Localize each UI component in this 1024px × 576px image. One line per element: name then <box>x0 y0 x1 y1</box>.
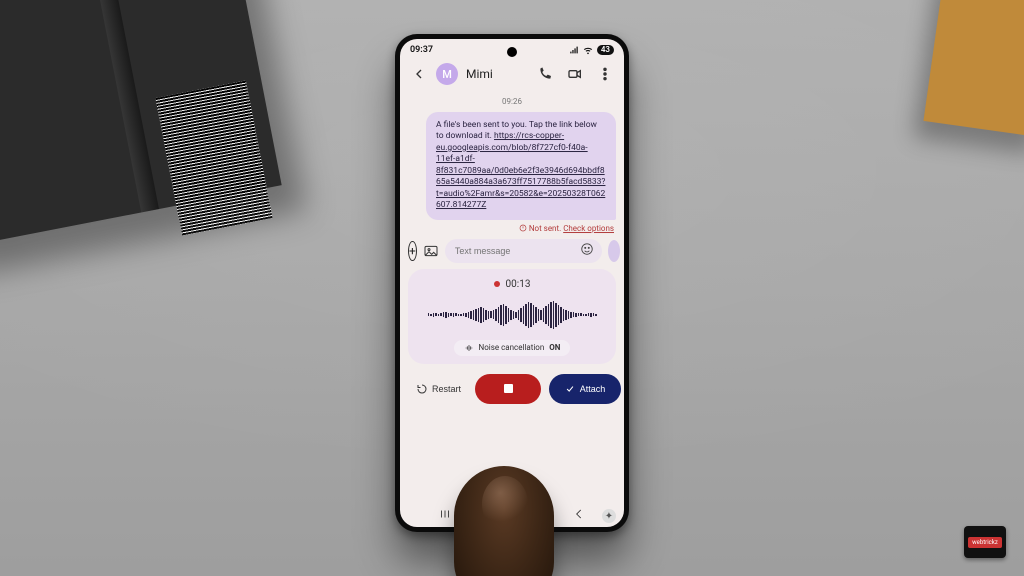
check-icon <box>565 384 575 394</box>
attach-button[interactable]: Attach <box>549 374 621 404</box>
video-icon <box>567 66 583 82</box>
audio-waveform[interactable] <box>414 298 610 332</box>
delivery-status[interactable]: Not sent. Check options <box>408 224 614 233</box>
restart-icon <box>416 383 428 395</box>
wifi-icon <box>583 45 593 55</box>
record-indicator-icon <box>494 281 500 287</box>
camera-hole <box>507 47 517 57</box>
sound-wave-icon <box>464 343 474 353</box>
back-button[interactable] <box>410 65 428 83</box>
recents-icon <box>438 507 452 521</box>
recents-button[interactable] <box>438 507 452 524</box>
recording-actions: Restart Attach <box>400 364 624 410</box>
desk-scene: Galaxy S25 Ultra 09:37 43 <box>0 0 1024 576</box>
voice-call-button[interactable] <box>536 65 554 83</box>
user-thumb <box>454 466 554 576</box>
message-link[interactable]: https://rcs-copper-eu.googleapis.com/blo… <box>436 131 605 210</box>
phone-icon <box>537 66 553 82</box>
phone-screen: 09:37 43 M Mimi <box>400 39 624 527</box>
text-input-pill[interactable] <box>445 239 602 263</box>
recording-timer: 00:13 <box>414 279 610 290</box>
battery-level: 43 <box>597 45 614 55</box>
arrow-left-icon <box>411 66 427 82</box>
contact-name[interactable]: Mimi <box>466 67 528 81</box>
signal-icon <box>569 45 579 55</box>
voice-record-button[interactable] <box>608 240 620 262</box>
noise-cancellation-chip[interactable]: Noise cancellation ON <box>454 340 571 356</box>
sound-wave-icon <box>608 245 620 257</box>
message-timestamp: 09:26 <box>408 97 616 106</box>
image-icon <box>423 243 439 259</box>
add-attachment-button[interactable]: + <box>408 241 417 261</box>
message-composer: + <box>400 239 624 269</box>
wooden-stand <box>923 0 1024 138</box>
phone-frame: 09:37 43 M Mimi <box>395 34 629 532</box>
emoji-icon <box>580 242 594 256</box>
stop-icon <box>504 384 513 393</box>
emoji-button[interactable] <box>580 242 594 259</box>
conversation-scroll[interactable]: 09:26 A file's been sent to you. Tap the… <box>400 97 624 233</box>
back-nav-button[interactable] <box>572 507 586 524</box>
stop-button[interactable] <box>475 374 541 404</box>
sent-message-bubble[interactable]: A file's been sent to you. Tap the link … <box>426 112 616 220</box>
conversation-header: M Mimi <box>400 61 624 93</box>
gallery-button[interactable] <box>423 242 439 260</box>
error-icon <box>519 224 527 232</box>
video-watermark: webtrickz <box>964 526 1006 558</box>
recording-panel: 00:13 Noise cancellation ON <box>408 269 616 364</box>
restart-button[interactable]: Restart <box>410 377 467 401</box>
video-call-button[interactable] <box>566 65 584 83</box>
message-input[interactable] <box>453 245 574 257</box>
product-box-label: Galaxy S25 Ultra <box>0 35 6 206</box>
status-time: 09:37 <box>410 45 433 55</box>
contact-avatar[interactable]: M <box>436 63 458 85</box>
chevron-left-icon <box>572 507 586 521</box>
overflow-menu-button[interactable] <box>596 65 614 83</box>
more-vertical-icon <box>597 66 613 82</box>
check-options-link[interactable]: Check options <box>563 224 614 233</box>
accessibility-button[interactable]: ✦ <box>602 509 616 523</box>
